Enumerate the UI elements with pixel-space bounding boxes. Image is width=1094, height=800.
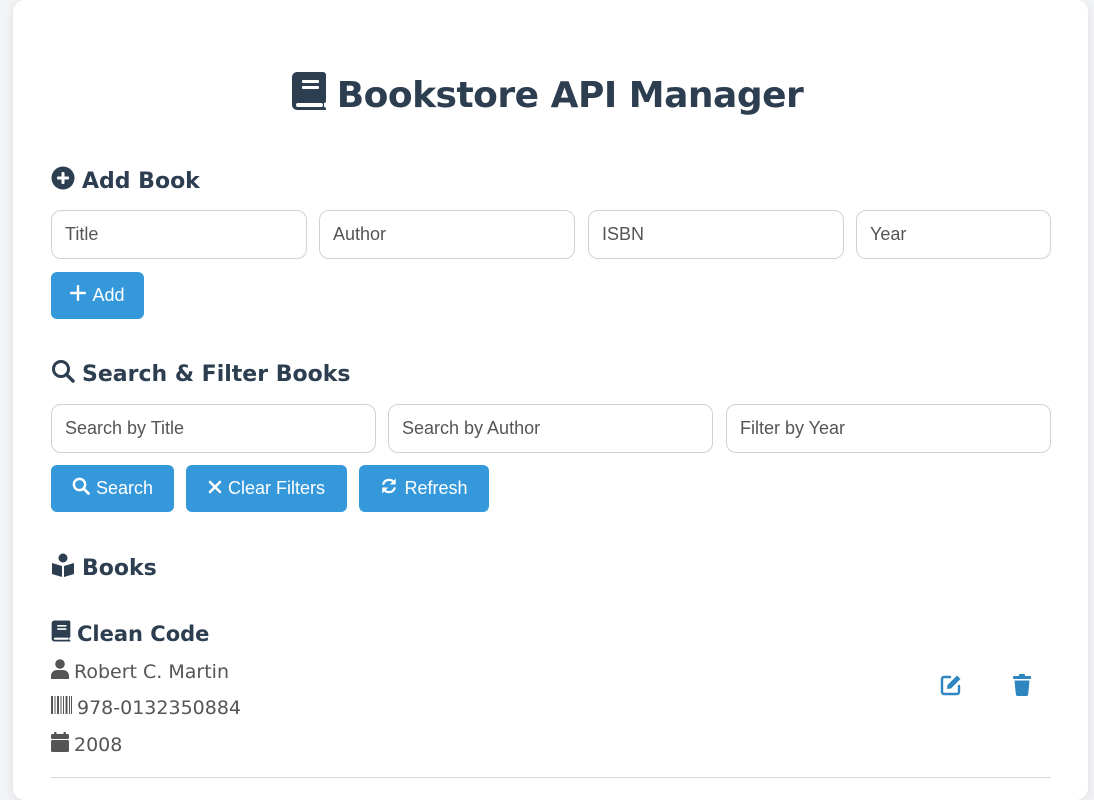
delete-button[interactable] (1009, 673, 1035, 701)
book-reader-icon (51, 553, 75, 583)
user-icon (51, 659, 69, 684)
add-book-heading: Add Book (51, 166, 200, 196)
isbn-input[interactable] (588, 210, 844, 259)
book-icon (51, 620, 71, 647)
clear-filters-button[interactable]: Clear Filters (186, 465, 347, 512)
refresh-button[interactable]: Refresh (359, 465, 489, 512)
add-button[interactable]: Add (51, 272, 144, 319)
search-button[interactable]: Search (51, 465, 174, 512)
filter-year-input[interactable] (726, 404, 1051, 453)
search-author-input[interactable] (388, 404, 713, 453)
search-icon (51, 359, 75, 389)
book-year: 2008 (51, 732, 122, 757)
page-title: Bookstore API Manager (0, 70, 1094, 120)
search-icon (72, 477, 90, 500)
book-author: Robert C. Martin (51, 659, 229, 684)
page-title-text: Bookstore API Manager (336, 74, 804, 116)
plus-circle-icon (51, 166, 75, 196)
search-heading: Search & Filter Books (51, 359, 350, 389)
calendar-icon (51, 732, 69, 757)
search-title-input[interactable] (51, 404, 376, 453)
title-input[interactable] (51, 210, 307, 259)
book-isbn: 978-0132350884 (51, 696, 241, 719)
books-heading: Books (51, 553, 157, 583)
year-input[interactable] (856, 210, 1051, 259)
edit-button[interactable] (938, 674, 964, 700)
book-title: Clean Code (51, 620, 209, 647)
refresh-icon (380, 477, 398, 500)
book-icon (291, 71, 327, 120)
trash-icon (1013, 673, 1031, 701)
barcode-icon (51, 696, 72, 719)
close-icon (208, 478, 222, 499)
edit-icon (940, 674, 962, 701)
author-input[interactable] (319, 210, 575, 259)
divider (51, 777, 1051, 778)
plus-icon (70, 285, 87, 306)
